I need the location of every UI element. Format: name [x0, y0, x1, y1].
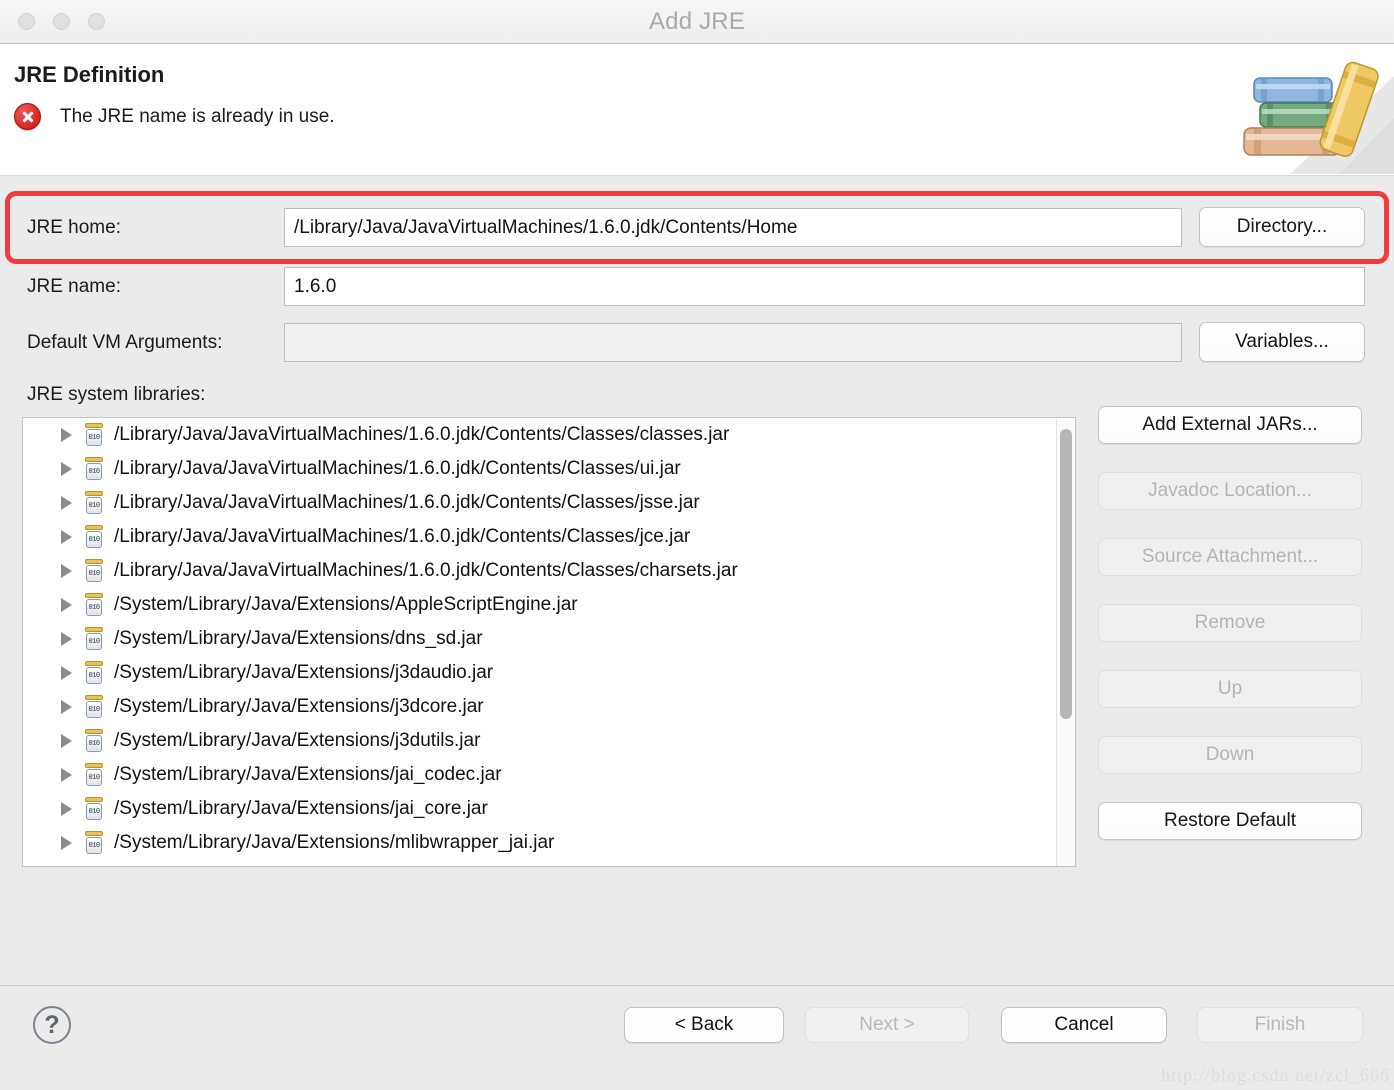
library-list-item[interactable]: 010/System/Library/Java/Extensions/jai_c… — [23, 758, 1059, 792]
library-list-item[interactable]: 010/System/Library/Java/Extensions/Apple… — [23, 588, 1059, 622]
down-button: Down — [1098, 736, 1362, 774]
jre-system-libraries-label: JRE system libraries: — [27, 384, 206, 405]
vm-arguments-row: Default VM Arguments: Variables... — [0, 322, 1394, 367]
jar-file-icon: 010 — [84, 661, 104, 685]
library-path-label: /System/Library/Java/Extensions/j3dutils… — [114, 730, 481, 751]
error-message-text: The JRE name is already in use. — [60, 105, 335, 127]
expand-arrow-icon[interactable] — [61, 632, 72, 646]
jar-file-icon: 010 — [84, 457, 104, 481]
library-path-label: /System/Library/Java/Extensions/jai_code… — [114, 764, 502, 785]
library-list-item[interactable]: 010/Library/Java/JavaVirtualMachines/1.6… — [23, 418, 1059, 452]
jar-file-icon: 010 — [84, 525, 104, 549]
dialog-header: JRE Definition The JRE name is already i… — [0, 44, 1394, 176]
expand-arrow-icon[interactable] — [61, 734, 72, 748]
expand-arrow-icon[interactable] — [61, 598, 72, 612]
library-list-item[interactable]: 010/System/Library/Java/Extensions/dns_s… — [23, 622, 1059, 656]
library-list-item[interactable]: 010/System/Library/Java/Extensions/j3dut… — [23, 724, 1059, 758]
vm-arguments-label: Default VM Arguments: — [27, 332, 223, 353]
library-list-item[interactable]: 010/Library/Java/JavaVirtualMachines/1.6… — [23, 486, 1059, 520]
expand-arrow-icon[interactable] — [61, 768, 72, 782]
back-button[interactable]: < Back — [624, 1007, 784, 1043]
error-circle-icon — [14, 103, 41, 130]
library-list-item[interactable]: 010/System/Library/Java/Extensions/mlibw… — [23, 826, 1059, 860]
library-list-item[interactable]: 010/Library/Java/JavaVirtualMachines/1.6… — [23, 554, 1059, 588]
window-titlebar: Add JRE — [0, 0, 1394, 44]
library-list-item[interactable]: 010/Library/Java/JavaVirtualMachines/1.6… — [23, 520, 1059, 554]
add-external-jars-button[interactable]: Add External JARs... — [1098, 406, 1362, 444]
jar-file-icon: 010 — [84, 729, 104, 753]
library-path-label: /System/Library/Java/Extensions/mlibwrap… — [114, 832, 555, 853]
library-list-inner: 010/Library/Java/JavaVirtualMachines/1.6… — [23, 418, 1059, 860]
expand-arrow-icon[interactable] — [61, 802, 72, 816]
library-list-scrollbar[interactable] — [1056, 419, 1074, 866]
jar-file-icon: 010 — [84, 593, 104, 617]
up-button: Up — [1098, 670, 1362, 708]
directory-button[interactable]: Directory... — [1199, 207, 1365, 247]
library-path-label: /System/Library/Java/Extensions/dns_sd.j… — [114, 628, 483, 649]
library-list-scrollbar-thumb[interactable] — [1060, 429, 1072, 719]
library-path-label: /Library/Java/JavaVirtualMachines/1.6.0.… — [114, 424, 730, 445]
add-jre-dialog: Add JRE JRE Definition The JRE name is a… — [0, 0, 1394, 1090]
jre-name-label: JRE name: — [27, 276, 121, 297]
page-title: JRE Definition — [14, 62, 165, 87]
javadoc-location-button: Javadoc Location... — [1098, 472, 1362, 510]
expand-arrow-icon[interactable] — [61, 496, 72, 510]
expand-arrow-icon[interactable] — [61, 666, 72, 680]
finish-button: Finish — [1197, 1007, 1363, 1043]
library-path-label: /System/Library/Java/Extensions/j3daudio… — [114, 662, 494, 683]
expand-arrow-icon[interactable] — [61, 700, 72, 714]
library-path-label: /System/Library/Java/Extensions/j3dcore.… — [114, 696, 484, 717]
library-path-label: /Library/Java/JavaVirtualMachines/1.6.0.… — [114, 526, 691, 547]
question-mark-icon[interactable]: ? — [33, 1006, 71, 1044]
library-path-label: /Library/Java/JavaVirtualMachines/1.6.0.… — [114, 560, 738, 581]
books-stack-icon — [1230, 46, 1394, 174]
dialog-body: JRE home: Directory... JRE name: Default… — [0, 177, 1394, 985]
library-list-item[interactable]: 010/System/Library/Java/Extensions/j3dau… — [23, 656, 1059, 690]
jre-system-libraries-list[interactable]: 010/Library/Java/JavaVirtualMachines/1.6… — [22, 417, 1076, 867]
library-list-item[interactable]: 010/Library/Java/JavaVirtualMachines/1.6… — [23, 452, 1059, 486]
cancel-button[interactable]: Cancel — [1001, 1007, 1167, 1043]
next-button: Next > — [805, 1007, 969, 1043]
jre-home-row: JRE home: Directory... — [0, 191, 1394, 264]
library-list-item[interactable]: 010/System/Library/Java/Extensions/j3dco… — [23, 690, 1059, 724]
vm-arguments-input[interactable] — [284, 323, 1182, 362]
error-message-row: The JRE name is already in use. — [14, 103, 335, 130]
jar-file-icon: 010 — [84, 627, 104, 651]
expand-arrow-icon[interactable] — [61, 530, 72, 544]
jar-file-icon: 010 — [84, 695, 104, 719]
library-list-item[interactable]: 010/System/Library/Java/Extensions/jai_c… — [23, 792, 1059, 826]
source-attachment-button: Source Attachment... — [1098, 538, 1362, 576]
jar-file-icon: 010 — [84, 423, 104, 447]
jre-name-input[interactable] — [284, 267, 1365, 306]
library-path-label: /Library/Java/JavaVirtualMachines/1.6.0.… — [114, 492, 700, 513]
jar-file-icon: 010 — [84, 763, 104, 787]
window-title: Add JRE — [648, 8, 746, 35]
jar-file-icon: 010 — [84, 491, 104, 515]
remove-button: Remove — [1098, 604, 1362, 642]
library-path-label: /System/Library/Java/Extensions/jai_core… — [114, 798, 488, 819]
expand-arrow-icon[interactable] — [61, 564, 72, 578]
jre-home-label: JRE home: — [27, 217, 121, 238]
library-path-label: /Library/Java/JavaVirtualMachines/1.6.0.… — [114, 458, 681, 479]
jar-file-icon: 010 — [84, 831, 104, 855]
jar-file-icon: 010 — [84, 559, 104, 583]
expand-arrow-icon[interactable] — [61, 462, 72, 476]
variables-button[interactable]: Variables... — [1199, 322, 1365, 362]
expand-arrow-icon[interactable] — [61, 836, 72, 850]
dialog-footer: ? < Back Next > Cancel Finish http://blog.c… — [0, 985, 1394, 1090]
expand-arrow-icon[interactable] — [61, 428, 72, 442]
restore-default-button[interactable]: Restore Default — [1098, 802, 1362, 840]
library-path-label: /System/Library/Java/Extensions/AppleScr… — [114, 594, 578, 615]
jre-name-row: JRE name: — [0, 267, 1394, 311]
watermark-text: http://blog.csdn.net/zcl_666 — [1161, 1065, 1390, 1085]
jar-file-icon: 010 — [84, 797, 104, 821]
jre-home-input[interactable] — [284, 208, 1182, 247]
